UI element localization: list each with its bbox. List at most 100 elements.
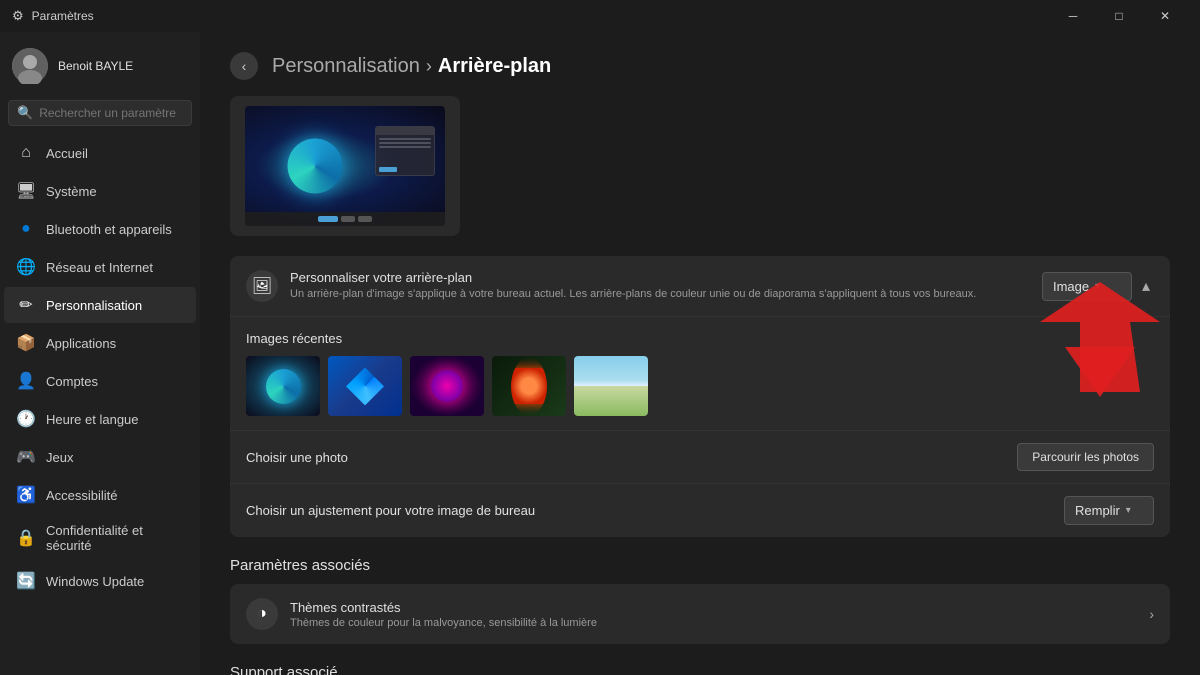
thumbnail-4[interactable] [492,356,566,416]
home-icon: ⌂ [16,143,36,163]
sidebar-item-label: Accessibilité [46,488,118,503]
adjust-control: Remplir ▾ [1064,496,1154,525]
sidebar-item-label: Comptes [46,374,98,389]
title-bar-controls: ─ □ ✕ [1050,0,1188,32]
back-button[interactable]: ‹ [230,52,258,80]
associated-params-title: Paramètres associés [230,557,1170,574]
background-type-control: Image ▾ ▴ [1042,272,1154,301]
user-section: Benoit BAYLE [0,40,200,100]
contrast-icon: ◑ [246,598,278,630]
adjust-label: Choisir un ajustement pour votre image d… [246,503,535,518]
thumbnail-3[interactable] [410,356,484,416]
app-body: Benoit BAYLE 🔍 ⌂ Accueil 🖥 Système ● Blu… [0,32,1200,675]
images-label: Images récentes [246,331,1154,346]
sidebar-item-jeux[interactable]: 🎮 Jeux [4,439,196,475]
sidebar-item-systeme[interactable]: 🖥 Système [4,173,196,209]
bluetooth-icon: ● [16,219,36,239]
preview-line [379,142,431,144]
sidebar-item-label: Heure et langue [46,412,139,427]
breadcrumb-parent: Personnalisation [272,55,420,78]
search-box[interactable]: 🔍 [8,100,192,126]
user-name: Benoit BAYLE [58,59,133,73]
privacy-icon: 🔒 [16,528,36,548]
breadcrumb: ‹ Personnalisation › Arrière-plan [230,52,1170,80]
title-bar: ⚙ Paramètres ─ □ ✕ [0,0,1200,32]
desktop-preview [230,96,460,236]
adjust-value: Remplir [1075,503,1120,518]
search-icon: 🔍 [17,105,33,121]
thumbnail-5[interactable] [574,356,648,416]
preview-taskbar-btn [358,216,372,222]
wallpaper-icon: 🖼 [246,270,278,302]
sidebar-item-windows-update[interactable]: 🔄 Windows Update [4,563,196,599]
sidebar-item-bluetooth[interactable]: ● Bluetooth et appareils [4,211,196,247]
accessibility-icon: ♿ [16,485,36,505]
sidebar-item-label: Système [46,184,97,199]
personalize-desc: Un arrière-plan d'image s'applique à vot… [290,287,1030,302]
thumbnail-2[interactable] [328,356,402,416]
minimize-button[interactable]: ─ [1050,0,1096,32]
sidebar-item-accessibilite[interactable]: ♿ Accessibilité [4,477,196,513]
main-content: ‹ Personnalisation › Arrière-plan [200,32,1200,675]
adjust-row: Choisir un ajustement pour votre image d… [230,483,1170,537]
preview-line [379,146,431,148]
sidebar-item-label: Jeux [46,450,73,465]
apps-icon: 📦 [16,333,36,353]
preview-button [379,167,397,172]
chevron-down-icon: ▾ [1126,505,1131,516]
search-input[interactable] [39,106,183,120]
sidebar-item-confidentialite[interactable]: 🔒 Confidentialité et sécurité [4,515,196,561]
sidebar-item-label: Réseau et Internet [46,260,153,275]
thumb-shape [346,367,384,405]
preview-orb [288,139,343,194]
preview-window-content [376,135,434,175]
collapse-button[interactable]: ▴ [1138,272,1154,300]
preview-desktop [245,106,445,226]
thumb-flower [511,368,547,404]
personalization-icon: ✏ [16,295,36,315]
images-row [246,356,1154,416]
sidebar-item-accueil[interactable]: ⌂ Accueil [4,135,196,171]
personalize-row: 🖼 Personnaliser votre arrière-plan Un ar… [230,256,1170,317]
sidebar-item-personnalisation[interactable]: ✏ Personnalisation [4,287,196,323]
personalize-content: Personnaliser votre arrière-plan Un arri… [290,270,1030,302]
network-icon: 🌐 [16,257,36,277]
support-title: Support associé [230,664,1170,675]
themes-contraste-row[interactable]: ◑ Thèmes contrastés Thèmes de couleur po… [230,584,1170,644]
settings-icon: ⚙ [12,8,24,24]
sidebar-item-label: Windows Update [46,574,144,589]
preview-taskbar-btn [318,216,338,222]
sidebar: Benoit BAYLE 🔍 ⌂ Accueil 🖥 Système ● Blu… [0,32,200,675]
preview-wallpaper [245,106,445,226]
contrast-title: Thèmes contrastés [290,600,1137,615]
adjust-dropdown[interactable]: Remplir ▾ [1064,496,1154,525]
thumb-orb [431,370,463,402]
accounts-icon: 👤 [16,371,36,391]
games-icon: 🎮 [16,447,36,467]
sidebar-item-comptes[interactable]: 👤 Comptes [4,363,196,399]
contrast-content: Thèmes contrastés Thèmes de couleur pour… [290,600,1137,629]
preview-window [375,126,435,176]
sidebar-item-label: Applications [46,336,116,351]
close-button[interactable]: ✕ [1142,0,1188,32]
sidebar-item-reseau[interactable]: 🌐 Réseau et Internet [4,249,196,285]
maximize-button[interactable]: □ [1096,0,1142,32]
dropdown-value: Image [1053,279,1089,294]
preview-taskbar [245,212,445,226]
chevron-right-icon: › [1149,606,1154,622]
background-type-dropdown[interactable]: Image ▾ [1042,272,1132,301]
system-icon: 🖥 [16,181,36,201]
sidebar-item-label: Confidentialité et sécurité [46,523,184,553]
thumbnail-1[interactable] [246,356,320,416]
window-title: Paramètres [32,9,94,23]
sidebar-item-heure[interactable]: 🕐 Heure et langue [4,401,196,437]
sidebar-item-applications[interactable]: 📦 Applications [4,325,196,361]
avatar [12,48,48,84]
choose-photo-label: Choisir une photo [246,450,348,465]
title-bar-left: ⚙ Paramètres [12,8,94,24]
sidebar-item-label: Accueil [46,146,88,161]
preview-window-bar [376,127,434,135]
contrast-desc: Thèmes de couleur pour la malvoyance, se… [290,617,1137,629]
browse-photos-button[interactable]: Parcourir les photos [1017,443,1154,471]
breadcrumb-separator: › [426,56,432,77]
